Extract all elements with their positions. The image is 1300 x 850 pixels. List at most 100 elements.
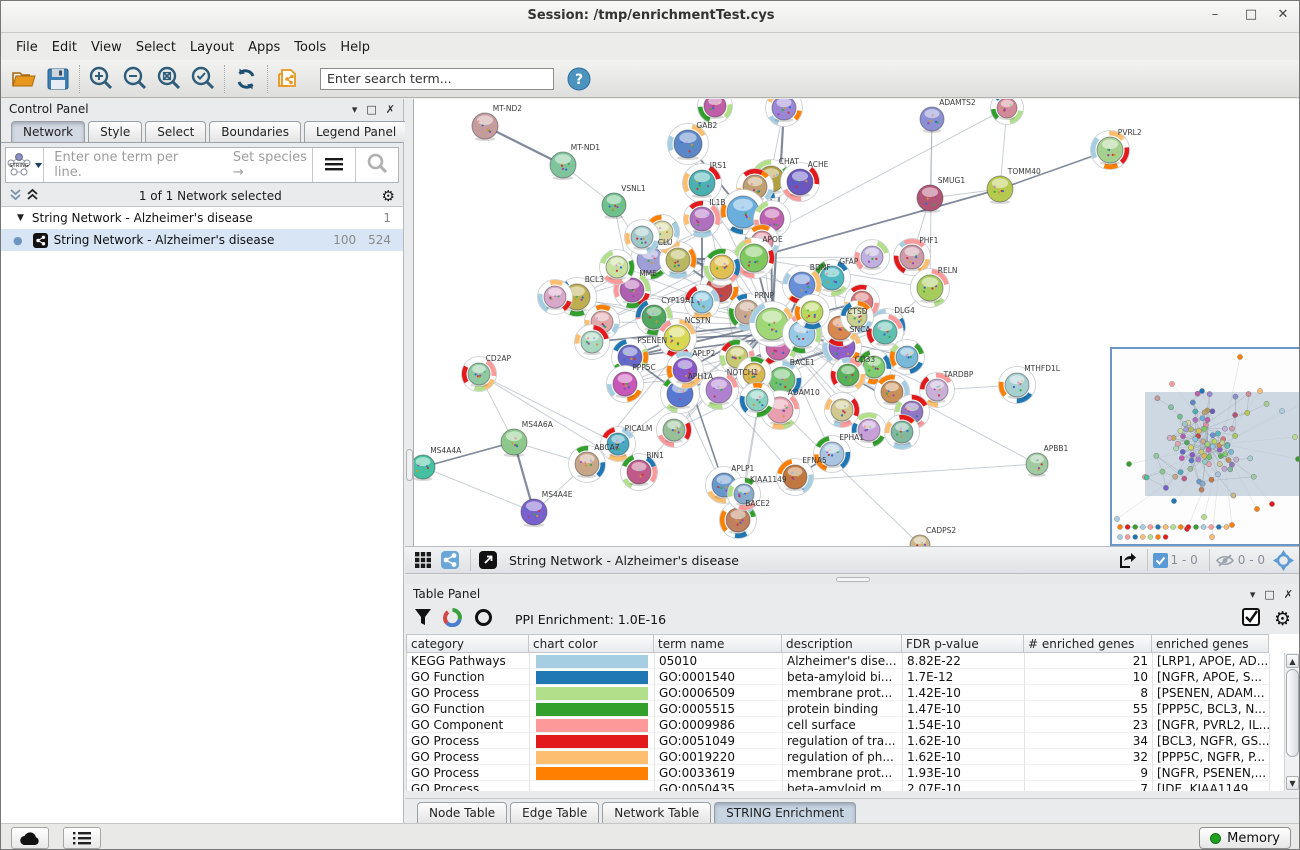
column-header-FDR-p-value[interactable]: FDR p-value — [902, 634, 1024, 653]
svg-text:CD2AP: CD2AP — [486, 354, 512, 363]
chart-color-chip — [536, 687, 648, 700]
scroll-down-arrow[interactable]: ▼ — [1286, 776, 1299, 790]
network-row-selected[interactable]: ● String Network - Alzheimer's disease 1… — [1, 229, 403, 251]
zoom-fit-icon — [155, 65, 183, 93]
network-options-gear[interactable]: ⚙ — [382, 187, 395, 205]
panel-undock-icon[interactable]: □ — [366, 103, 376, 116]
menu-item-help[interactable]: Help — [333, 37, 377, 58]
tab-node-table[interactable]: Node Table — [417, 802, 507, 823]
table-row[interactable]: GO FunctionGO:0005515protein binding1.47… — [407, 701, 1300, 717]
tpanel-float-icon[interactable]: ▾ — [1250, 588, 1256, 601]
refresh-button[interactable] — [229, 63, 263, 95]
select-rows-button[interactable] — [1242, 608, 1260, 630]
zoom-in-button[interactable] — [84, 63, 118, 95]
menu-item-layout[interactable]: Layout — [183, 37, 241, 58]
table-row[interactable]: GO FunctionGO:0001540beta-amyloid bi...1… — [407, 669, 1300, 685]
tab-edge-table[interactable]: Edge Table — [510, 802, 599, 823]
svg-text:APLP1: APLP1 — [731, 464, 754, 473]
search-input[interactable] — [320, 68, 554, 90]
statusbar: Memory — [1, 823, 1300, 850]
collapse-all-button[interactable] — [9, 188, 22, 204]
filter-button[interactable] — [415, 609, 431, 630]
column-header-description[interactable]: description — [782, 634, 902, 653]
tab-string-enrichment[interactable]: STRING Enrichment — [714, 802, 856, 823]
scroll-thumb[interactable] — [1286, 669, 1299, 757]
table-row[interactable]: GO ProcessGO:0050435beta-amyloid m...2.0… — [407, 781, 1300, 791]
network-canvas[interactable]: MT-ND2MT-ND1VSNL1GAB2ADAMTS2PVRL2TOMM40S… — [413, 99, 1300, 546]
tpanel-close-icon[interactable]: ✗ — [1284, 588, 1293, 601]
cell-description: cell surface — [783, 717, 903, 733]
column-header-chart-color[interactable]: chart color — [529, 634, 654, 653]
column-header-category[interactable]: category — [406, 634, 529, 653]
table-row[interactable]: GO ProcessGO:0019220regulation of ph...1… — [407, 749, 1300, 765]
memory-button[interactable]: Memory — [1199, 827, 1291, 849]
table-row[interactable]: GO ProcessGO:0051049regulation of tra...… — [407, 733, 1300, 749]
panel-divider-grip[interactable] — [406, 449, 413, 481]
ring-chart-button[interactable] — [474, 608, 493, 631]
close-button[interactable]: ✕ — [1269, 7, 1297, 27]
table-vertical-scrollbar[interactable]: ▲ ▼ — [1284, 653, 1300, 791]
svg-text:DLG4: DLG4 — [894, 306, 915, 315]
navigator-toggle-button[interactable] — [1271, 549, 1295, 571]
tab-style[interactable]: Style — [88, 121, 142, 142]
task-history-button[interactable] — [63, 827, 101, 849]
maximize-button[interactable]: □ — [1237, 7, 1265, 27]
tpanel-undock-icon[interactable]: □ — [1264, 588, 1274, 601]
svg-text:IRS1: IRS1 — [710, 161, 727, 170]
zoom-fit-button[interactable] — [152, 63, 186, 95]
tab-boundaries[interactable]: Boundaries — [209, 121, 301, 142]
horizontal-splitter[interactable] — [405, 575, 1300, 584]
string-query-placeholder[interactable]: Enter one term per line. — [54, 150, 193, 180]
column-header--enriched-genes[interactable]: # enriched genes — [1024, 634, 1152, 653]
tree-expander-icon[interactable]: ▼ — [17, 213, 24, 223]
network-collection-row[interactable]: ▼ String Network - Alzheimer's disease 1 — [1, 207, 403, 229]
ppi-enrichment-label: PPI Enrichment: 1.0E-16 — [515, 612, 666, 627]
menu-item-edit[interactable]: Edit — [45, 37, 84, 58]
tab-network[interactable]: Network — [11, 121, 85, 142]
table-row[interactable]: GO ProcessGO:0033619membrane prot...1.93… — [407, 765, 1300, 781]
automation-button[interactable] — [11, 827, 49, 849]
help-button[interactable]: ? — [562, 63, 596, 95]
save-session-button[interactable] — [41, 63, 75, 95]
menu-item-select[interactable]: Select — [129, 37, 183, 58]
table-row[interactable]: KEGG Pathways05010Alzheimer's dise...8.8… — [407, 653, 1300, 669]
expand-all-button[interactable] — [26, 188, 39, 204]
clone-network-button[interactable] — [272, 63, 306, 95]
panel-close-icon[interactable]: ✗ — [386, 103, 395, 116]
svg-text:BCL3: BCL3 — [585, 275, 604, 284]
tab-legend-panel[interactable]: Legend Panel — [304, 121, 408, 142]
zoom-selected-button[interactable] — [186, 63, 220, 95]
menu-item-file[interactable]: File — [9, 37, 45, 58]
refresh-icon — [233, 66, 259, 92]
table-row[interactable]: GO ComponentGO:0009986cell surface1.54E-… — [407, 717, 1300, 733]
string-search-button[interactable] — [356, 153, 398, 177]
column-header-enriched-genes[interactable]: enriched genes — [1152, 634, 1269, 653]
tab-select[interactable]: Select — [145, 121, 206, 142]
menu-item-view[interactable]: View — [84, 37, 129, 58]
birds-eye-view[interactable] — [1110, 347, 1300, 546]
minimize-button[interactable]: – — [1201, 7, 1229, 27]
zoom-out-button[interactable] — [118, 63, 152, 95]
panel-float-icon[interactable]: ▾ — [352, 103, 358, 116]
table-settings-gear[interactable]: ⚙ — [1274, 610, 1291, 628]
hamburger-icon — [325, 157, 343, 171]
export-network-button[interactable] — [1115, 549, 1139, 571]
tab-network-table[interactable]: Network Table — [602, 802, 711, 823]
string-logo-button[interactable]: STRING — [6, 148, 43, 182]
open-in-browser-button[interactable] — [476, 549, 500, 571]
column-header-term-name[interactable]: term name — [654, 634, 782, 653]
menu-item-apps[interactable]: Apps — [241, 37, 287, 58]
scroll-up-arrow[interactable]: ▲ — [1286, 654, 1299, 668]
selected-checkbox-icon[interactable] — [1153, 553, 1168, 568]
double-chevron-down-icon — [9, 188, 22, 201]
cell-genes: [BCL3, NGFR, GS... — [1153, 733, 1270, 749]
menu-item-tools[interactable]: Tools — [287, 37, 333, 58]
open-file-button[interactable] — [7, 63, 41, 95]
string-options-button[interactable] — [313, 156, 355, 175]
table-row[interactable]: GO ProcessGO:0006509membrane prot...1.42… — [407, 685, 1300, 701]
grid-view-button[interactable] — [411, 549, 435, 571]
chart-button[interactable] — [443, 608, 462, 631]
hidden-eye-icon[interactable] — [1215, 553, 1235, 568]
species-hint[interactable]: Set species → — [233, 150, 312, 180]
string-view-button[interactable] — [438, 549, 462, 571]
